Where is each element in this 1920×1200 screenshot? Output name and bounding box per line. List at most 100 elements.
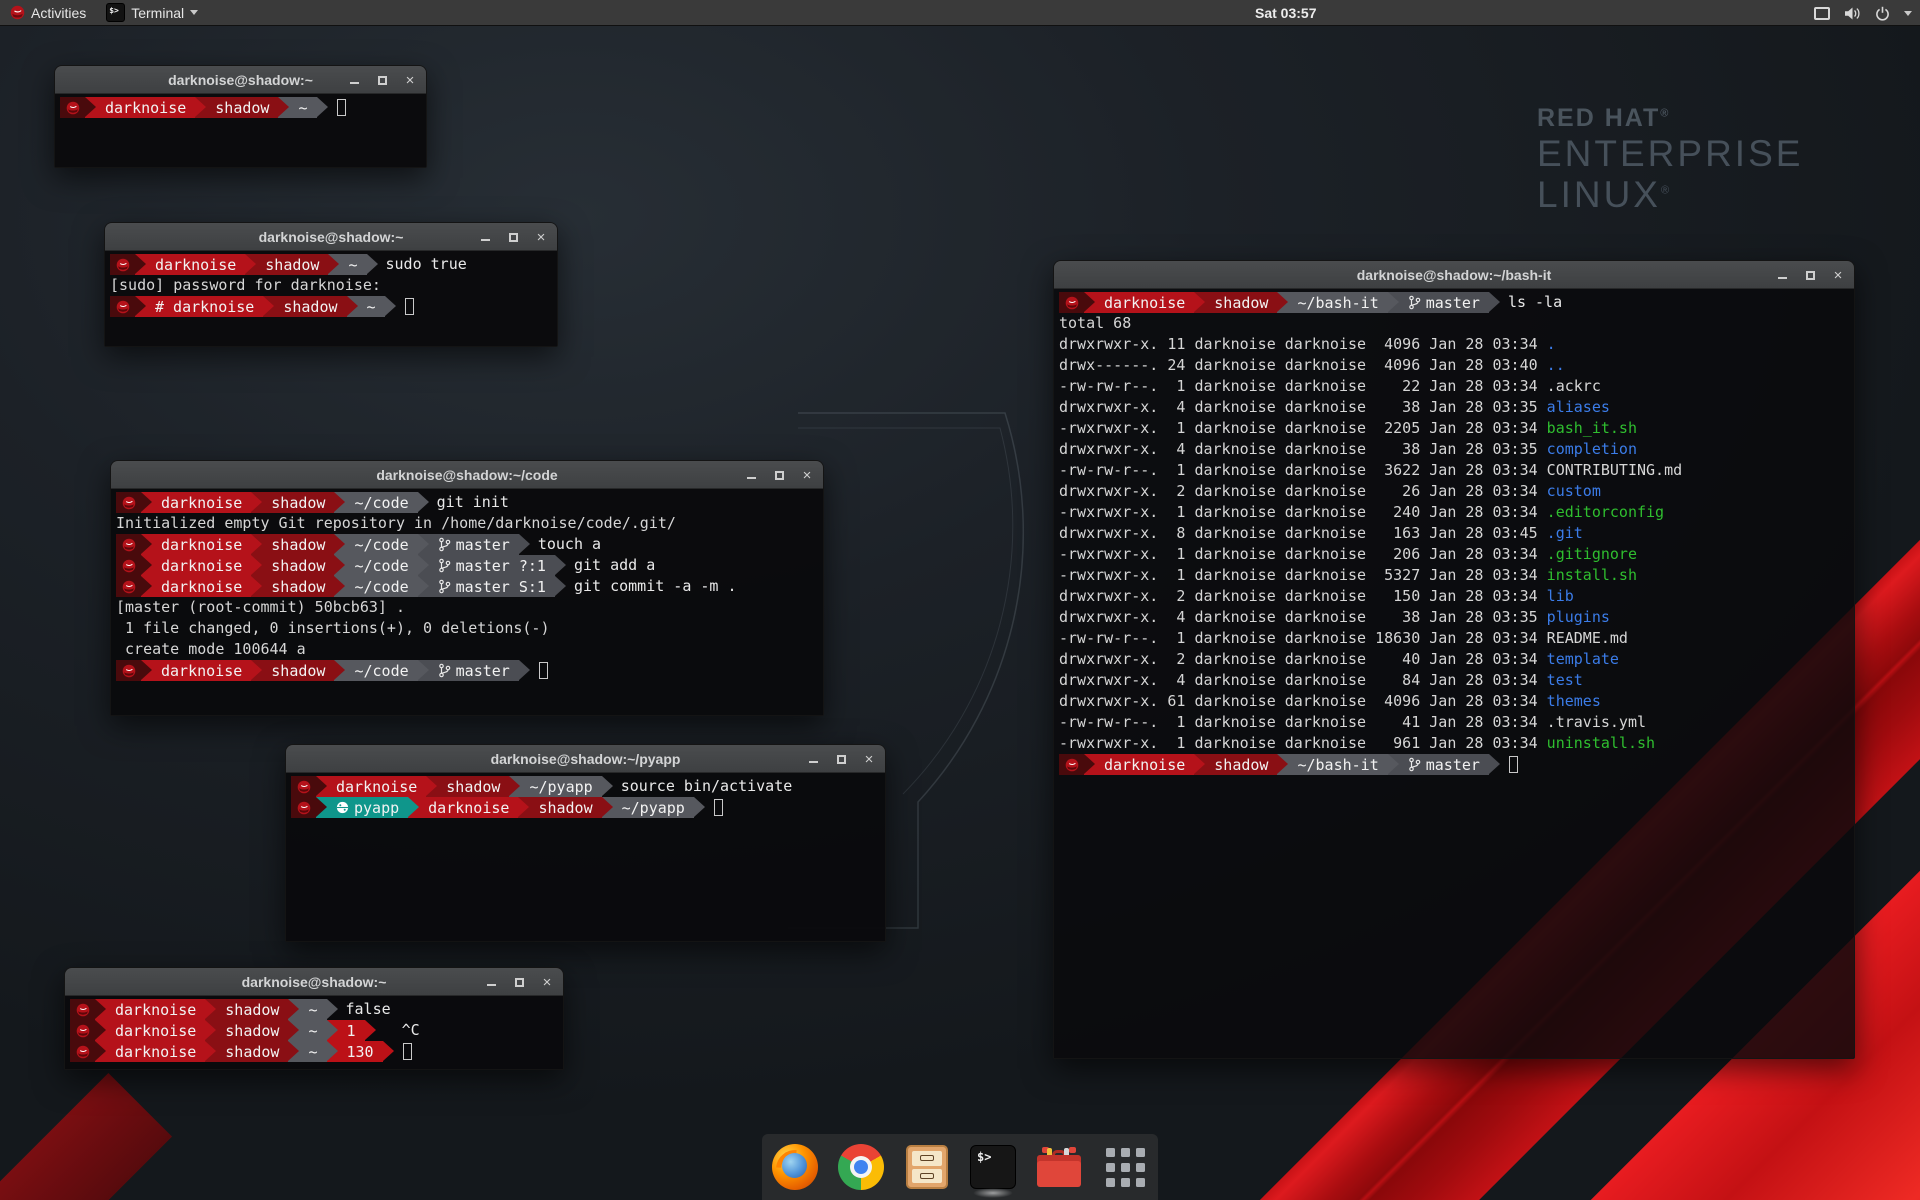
command-text: touch a — [538, 534, 601, 555]
prompt-segment: shadow — [274, 296, 346, 317]
window-titlebar[interactable]: darknoise@shadow:~× — [55, 66, 426, 94]
prompt-segment: darknoise — [106, 1041, 205, 1062]
terminal-line: darknoiseshadow~/bash-itmasterls -la — [1059, 292, 1854, 313]
powerline-arrow-icon — [135, 254, 146, 275]
terminal-line: drwxrwxr-x. 61 darknoise darknoise 4096 … — [1059, 691, 1854, 712]
system-status-area[interactable] — [1814, 0, 1912, 26]
window-buttons: × — [1774, 261, 1846, 289]
activities-button[interactable]: Activities — [0, 0, 96, 26]
powerline-arrow-icon — [602, 797, 613, 818]
maximize-button[interactable] — [374, 72, 390, 88]
terminal-content[interactable]: darknoiseshadow~ — [55, 94, 426, 167]
dock-item-chrome[interactable] — [837, 1143, 885, 1191]
dock-item-app-grid[interactable] — [1101, 1143, 1149, 1191]
ls-row-meta: -rw-rw-r--. 1 darknoise darknoise 22 Jan… — [1059, 376, 1547, 397]
close-button[interactable]: × — [402, 72, 418, 88]
close-button[interactable]: × — [861, 751, 877, 767]
ls-row-meta: drwxrwxr-x. 61 darknoise darknoise 4096 … — [1059, 691, 1547, 712]
maximize-button[interactable] — [833, 751, 849, 767]
terminal-content[interactable]: darknoiseshadow~/codegit initInitialized… — [111, 489, 823, 715]
window-titlebar[interactable]: darknoise@shadow:~/pyapp× — [286, 745, 885, 773]
redhat-logo-icon — [10, 5, 25, 20]
powerline-arrow-icon — [365, 1020, 376, 1041]
dock-item-firefox[interactable] — [771, 1143, 819, 1191]
prompt-segment: # darknoise — [146, 296, 263, 317]
minimize-button[interactable] — [477, 229, 493, 245]
close-button[interactable]: × — [533, 229, 549, 245]
maximize-button[interactable] — [511, 974, 527, 990]
terminal-app-icon: $> — [106, 3, 125, 22]
command-text: false — [346, 999, 391, 1020]
ls-row-filename: completion — [1547, 439, 1637, 460]
minimize-button[interactable] — [483, 974, 499, 990]
prompt-segment: darknoise — [1095, 754, 1194, 775]
prompt-segment: ~/pyapp — [520, 776, 601, 797]
maximize-button[interactable] — [1802, 267, 1818, 283]
prompt-segment: darknoise — [106, 1020, 205, 1041]
prompt-segment-label: ~/code — [354, 662, 408, 680]
redhat-icon — [1065, 758, 1079, 772]
terminal-line: darknoiseshadow~/codemaster ?:1git add a — [116, 555, 823, 576]
command-text: source bin/activate — [621, 776, 793, 797]
prompt-segment: 1 — [338, 1020, 365, 1041]
minimize-button[interactable] — [1774, 267, 1790, 283]
ls-row-meta: drwxrwxr-x. 4 darknoise darknoise 38 Jan… — [1059, 607, 1547, 628]
dock-item-toolbox[interactable] — [1035, 1143, 1083, 1191]
dock-item-terminal[interactable]: $> — [969, 1143, 1017, 1191]
dock-item-files[interactable] — [903, 1143, 951, 1191]
powerline-arrow-icon — [418, 555, 429, 576]
window-titlebar[interactable]: darknoise@shadow:~× — [105, 223, 557, 251]
terminal-content[interactable]: darknoiseshadow~/bash-itmasterls -latota… — [1054, 289, 1854, 1058]
powerline-arrow-icon — [205, 999, 216, 1020]
terminal-cursor — [337, 99, 346, 116]
powerline-arrow-icon — [251, 534, 262, 555]
terminal-icon: $> — [970, 1145, 1016, 1189]
maximize-button[interactable] — [771, 467, 787, 483]
terminal-content[interactable]: darknoiseshadow~sudo true[sudo] password… — [105, 251, 557, 346]
prompt-segment — [70, 1020, 95, 1041]
ls-row-filename: .. — [1547, 355, 1565, 376]
prompt-segment: darknoise — [152, 492, 251, 513]
window-titlebar[interactable]: darknoise@shadow:~/code× — [111, 461, 823, 489]
prompt-segment-label: shadow — [271, 536, 325, 554]
clock[interactable]: Sat 03:57 — [1255, 0, 1316, 26]
window-titlebar[interactable]: darknoise@shadow:~/bash-it× — [1054, 261, 1854, 289]
terminal-line: drwxrwxr-x. 2 darknoise darknoise 40 Jan… — [1059, 649, 1854, 670]
terminal-content[interactable]: darknoiseshadow~/pyappsource bin/activat… — [286, 773, 885, 941]
close-button[interactable]: × — [1830, 267, 1846, 283]
prompt-segment: shadow — [262, 576, 334, 597]
powerline-arrow-icon — [385, 296, 396, 317]
powerline-arrow-icon — [328, 254, 339, 275]
app-menu-terminal[interactable]: $> Terminal — [96, 0, 208, 26]
ls-row-meta: drwxrwxr-x. 2 darknoise darknoise 26 Jan… — [1059, 481, 1547, 502]
close-button[interactable]: × — [539, 974, 555, 990]
powerline-arrow-icon — [316, 776, 327, 797]
minimize-button[interactable] — [805, 751, 821, 767]
powerline-arrow-icon — [418, 534, 429, 555]
prompt-segment — [116, 660, 141, 681]
prompt-segment — [291, 797, 316, 818]
terminal-output: 1 file changed, 0 insertions(+), 0 delet… — [116, 618, 549, 639]
dock: $> — [762, 1134, 1158, 1200]
command-text: git add a — [574, 555, 655, 576]
prompt-segment-label: ~/bash-it — [1297, 756, 1378, 774]
ls-row-filename: custom — [1547, 481, 1601, 502]
powerline-arrow-icon — [95, 1041, 106, 1062]
branch-icon — [438, 579, 451, 594]
powerline-arrow-icon — [288, 1020, 299, 1041]
terminal-line: drwxrwxr-x. 8 darknoise darknoise 163 Ja… — [1059, 523, 1854, 544]
maximize-button[interactable] — [505, 229, 521, 245]
window-buttons: × — [346, 66, 418, 94]
terminal-line: darknoiseshadow~/codemaster — [116, 660, 823, 681]
minimize-button[interactable] — [743, 467, 759, 483]
window-titlebar[interactable]: darknoise@shadow:~× — [65, 968, 563, 996]
powerline-arrow-icon — [1489, 292, 1500, 313]
terminal-content[interactable]: darknoiseshadow~falsedarknoiseshadow~1 ^… — [65, 996, 563, 1069]
terminal-line: -rwxrwxr-x. 1 darknoise darknoise 206 Ja… — [1059, 544, 1854, 565]
powerline-arrow-icon — [317, 97, 328, 118]
window-title: darknoise@shadow:~/bash-it — [1054, 267, 1854, 283]
ls-row-filename: bash_it.sh — [1547, 418, 1637, 439]
close-button[interactable]: × — [799, 467, 815, 483]
minimize-button[interactable] — [346, 72, 362, 88]
running-indicator — [973, 1188, 1013, 1198]
